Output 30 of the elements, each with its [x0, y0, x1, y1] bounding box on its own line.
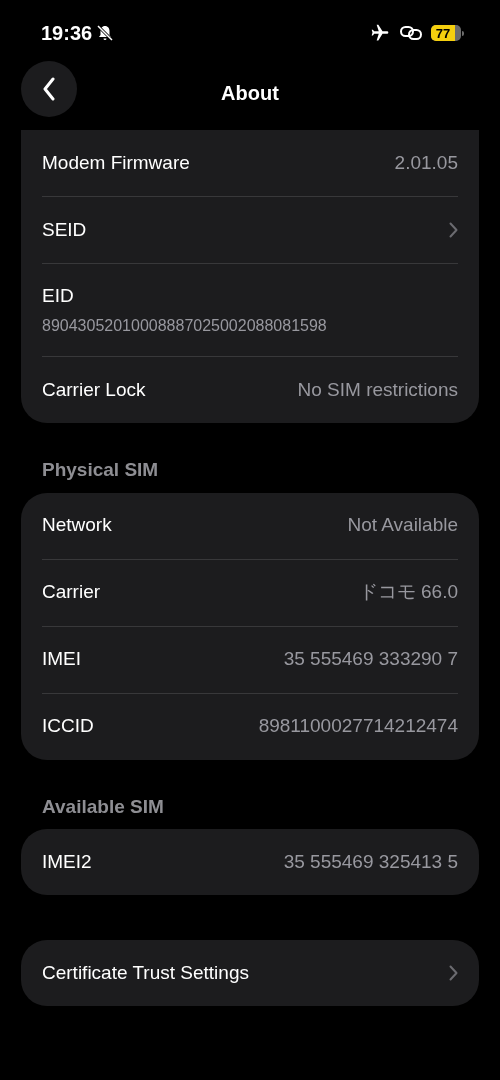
settings-row[interactable]: SEID [42, 197, 458, 263]
row-label: Carrier [42, 580, 101, 605]
row-label: EID [42, 283, 75, 308]
row-value: 2.01.05 [394, 150, 458, 175]
row-value: No SIM restrictions [297, 377, 458, 402]
back-button[interactable] [21, 61, 77, 117]
chevron-right-icon [449, 965, 458, 981]
row-value: 35 555469 325413 5 [283, 849, 458, 874]
section-header: Physical SIM [41, 458, 160, 482]
row-label: IMEI [42, 647, 82, 672]
airplane-icon [369, 23, 391, 43]
chevron-right-icon [449, 222, 458, 238]
row-value: 35 555469 333290 7 [283, 647, 458, 672]
row-value: 89043052010008887025002088081598 [42, 316, 328, 337]
settings-row[interactable]: Certificate Trust Settings [42, 940, 458, 1006]
row-label: Modem Firmware [42, 150, 190, 175]
row-value: 8981100027714212474 [258, 714, 458, 739]
back-chevron-icon [42, 77, 56, 101]
row-value: Not Available [347, 513, 458, 538]
status-time: 19:36 [41, 21, 93, 46]
bell-slash-icon [96, 24, 115, 42]
row-label: ICCID [42, 714, 94, 739]
section-header: Available SIM [41, 794, 165, 819]
row-value: ドコモ 66.0 [358, 580, 458, 605]
link-icon [399, 24, 423, 42]
battery-percent: 77 [435, 26, 451, 40]
row-label: IMEI2 [42, 849, 92, 874]
row-label: Carrier Lock [42, 377, 146, 402]
row-label: Network [42, 513, 112, 538]
page-title: About [221, 81, 279, 106]
